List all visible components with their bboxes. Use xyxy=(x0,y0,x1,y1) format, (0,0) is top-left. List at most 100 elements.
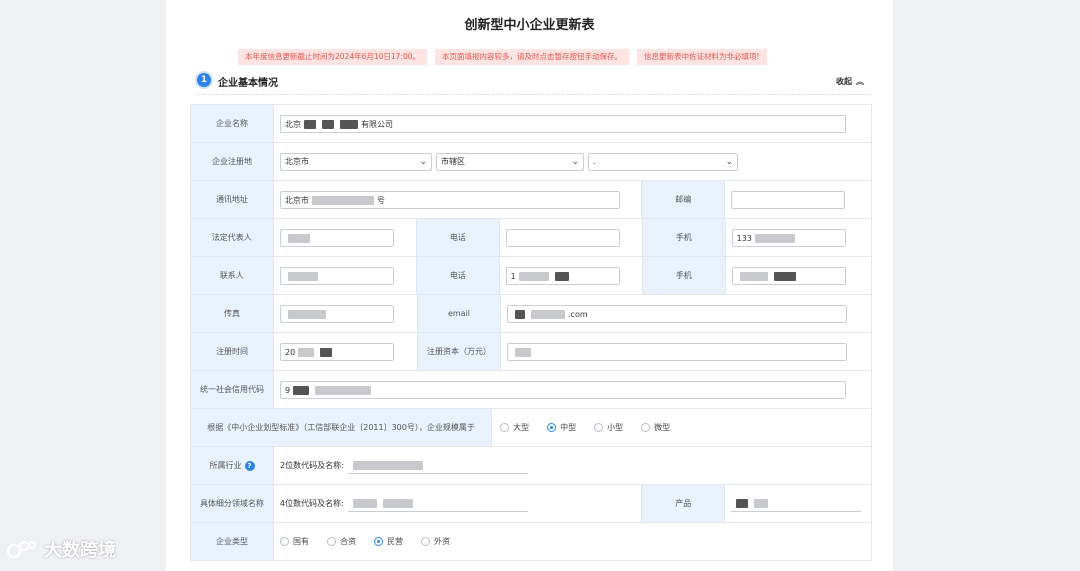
page-title: 创新型中小企业更新表 xyxy=(464,18,595,33)
cell-scale: 大型 中型 小型 微型 xyxy=(492,409,871,446)
label-legal-rep: 法定代表人 xyxy=(191,219,274,256)
collapse-button[interactable]: 收起 ︽ xyxy=(836,76,864,87)
company-type-option-label: 国有 xyxy=(293,537,309,546)
cell-legal-rep xyxy=(273,219,417,256)
redaction xyxy=(322,119,334,129)
company-type-option-label: 合资 xyxy=(340,537,356,546)
scale-option-medium[interactable]: 中型 xyxy=(547,422,576,433)
redaction xyxy=(340,119,358,129)
cell-postcode xyxy=(725,181,871,218)
company-name-suffix: 有限公司 xyxy=(361,119,393,129)
label-subfield: 具体细分领域名称 xyxy=(191,485,274,522)
reg-date-input[interactable]: 20 xyxy=(280,342,394,361)
section-number-badge: 1 xyxy=(197,73,211,87)
redaction xyxy=(352,498,377,508)
basic-info-table: 企业名称 北京 有限公司 企业注册地 北京市 ⌄ 市辖区 ⌄ . ⌄ 通讯地址 北京市号… xyxy=(190,104,872,561)
row-scale: 根据《中小企业划型标准》（工信部联企业〔2011〕300号），企业规模属于 大型… xyxy=(191,409,871,447)
radio-off-icon xyxy=(280,537,289,546)
company-type-option-foreign[interactable]: 外资 xyxy=(421,536,450,547)
radio-off-icon xyxy=(500,423,510,432)
radio-on-icon xyxy=(374,537,383,546)
notice-save: 本页面填报内容较多，请及时点击暂存按钮手动保存。 xyxy=(435,49,630,65)
collapse-label: 收起 xyxy=(836,77,852,86)
cell-contact-mobile xyxy=(725,257,871,294)
row-industry: 所属行业? 2位数代码及名称: xyxy=(191,447,871,485)
section-title: 企业基本情况 xyxy=(218,78,278,89)
help-icon[interactable]: ? xyxy=(244,460,255,471)
label-industry: 所属行业? xyxy=(191,447,274,484)
contact-mobile-input[interactable] xyxy=(731,266,846,285)
label-scale: 根据《中小企业划型标准》（工信部联企业〔2011〕300号），企业规模属于 xyxy=(191,409,493,446)
postcode-input[interactable] xyxy=(731,190,846,209)
cell-subfield: 4位数代码及名称: xyxy=(273,485,643,522)
redaction xyxy=(320,347,333,357)
redaction xyxy=(311,195,374,205)
watermark: 大数跨境 xyxy=(6,536,116,562)
cell-legal-phone xyxy=(499,219,643,256)
cell-industry: 2位数代码及名称: xyxy=(274,447,871,484)
cell-address: 北京市 号 xyxy=(273,181,643,218)
label-company-type: 企业类型 xyxy=(191,523,274,560)
scale-option-large[interactable]: 大型 xyxy=(500,422,529,433)
cell-reg-date: 20 xyxy=(274,333,418,370)
company-type-option-private[interactable]: 民营 xyxy=(374,536,403,547)
label-postcode: 邮编 xyxy=(642,181,726,218)
cell-registered-place: 北京市 ⌄ 市辖区 ⌄ . ⌄ xyxy=(274,143,871,180)
reg-capital-input[interactable] xyxy=(507,342,847,361)
scale-option-micro[interactable]: 微型 xyxy=(641,422,670,433)
chevron-down-icon: ⌄ xyxy=(419,156,427,167)
redaction xyxy=(287,271,318,281)
radio-off-icon xyxy=(327,537,336,546)
notice-deadline: 本年度信息更新截止时间为2024年6月10日17:00。 xyxy=(238,49,428,65)
row-legal-rep: 法定代表人 电话 手机 133 xyxy=(191,219,871,257)
redaction xyxy=(773,271,796,281)
company-name-input[interactable]: 北京 有限公司 xyxy=(280,114,846,133)
company-type-option-joint[interactable]: 合资 xyxy=(327,536,356,547)
contact-phone-value: 1 xyxy=(510,271,516,281)
redaction xyxy=(315,385,372,395)
label-fax: 传真 xyxy=(191,295,274,332)
radio-on-icon xyxy=(547,423,557,432)
company-type-radio-group: 国有 合资 民营 外资 xyxy=(280,536,450,547)
cell-legal-mobile: 133 xyxy=(725,219,871,256)
email-input[interactable]: .com xyxy=(507,304,847,323)
chevron-down-icon: ⌄ xyxy=(571,156,579,167)
address-prefix: 北京市 xyxy=(284,195,309,205)
scale-option-small[interactable]: 小型 xyxy=(594,422,623,433)
redaction xyxy=(382,498,413,508)
legal-rep-input[interactable] xyxy=(279,228,394,247)
industry-input[interactable] xyxy=(347,458,528,474)
redaction xyxy=(288,309,326,319)
redaction xyxy=(531,309,565,319)
cell-company-name: 北京 有限公司 xyxy=(274,105,871,142)
subfield-input[interactable] xyxy=(347,496,528,512)
section-header: 1 企业基本情况 收起 ︽ xyxy=(196,72,870,95)
redaction xyxy=(554,271,569,281)
product-input[interactable] xyxy=(731,496,862,512)
fax-input[interactable] xyxy=(280,304,394,323)
cell-reg-capital xyxy=(501,333,869,370)
cell-fax xyxy=(274,295,418,332)
notice-optional: 信息更新表中佐证材料为非必填项! xyxy=(637,49,767,65)
label-reg-date: 注册时间 xyxy=(191,333,274,370)
company-type-option-state[interactable]: 国有 xyxy=(280,536,309,547)
redaction xyxy=(754,498,769,508)
radio-off-icon xyxy=(421,537,430,546)
contact-phone-input[interactable]: 1 xyxy=(505,266,620,285)
redaction xyxy=(739,271,768,281)
county-select[interactable]: . ⌄ xyxy=(588,152,738,171)
legal-mobile-value: 133 xyxy=(736,233,752,243)
subfield-prefix: 4位数代码及名称: xyxy=(279,499,344,508)
address-input[interactable]: 北京市 号 xyxy=(279,190,620,209)
label-product: 产品 xyxy=(642,485,726,522)
legal-phone-input[interactable] xyxy=(505,228,620,247)
cell-email: .com xyxy=(501,295,869,332)
legal-mobile-input[interactable]: 133 xyxy=(731,228,846,247)
district-select[interactable]: 市辖区 ⌄ xyxy=(436,152,584,171)
credit-code-input[interactable]: 9 xyxy=(280,380,846,399)
cell-credit-code: 9 xyxy=(274,371,871,408)
province-select[interactable]: 北京市 ⌄ xyxy=(280,152,432,171)
email-suffix: .com xyxy=(568,309,588,319)
contact-input[interactable] xyxy=(279,266,394,285)
credit-code-value: 9 xyxy=(285,385,291,395)
